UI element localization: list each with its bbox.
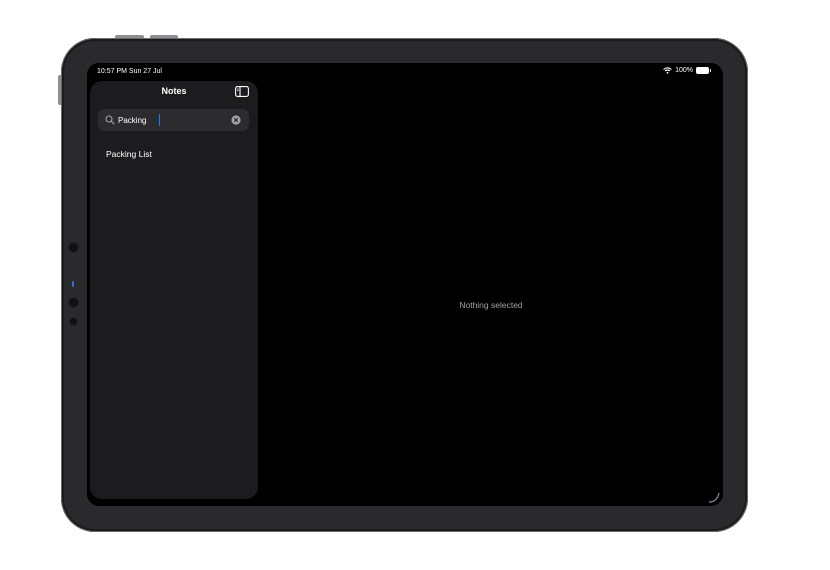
status-time: 10:57 PM Sun 27 Jul xyxy=(97,68,162,75)
battery-icon xyxy=(696,67,711,74)
wifi-icon xyxy=(663,67,672,74)
sidebar-title: Notes xyxy=(161,86,187,96)
screen: 10:57 PM Sun 27 Jul 100% Notes Packing P… xyxy=(87,63,723,506)
clear-circle-icon[interactable] xyxy=(231,115,241,125)
front-camera xyxy=(69,243,78,252)
text-cursor xyxy=(159,114,160,126)
search-bar[interactable] xyxy=(98,109,249,131)
sensor-dot xyxy=(69,298,78,307)
magnifying-glass-icon xyxy=(105,115,115,125)
status-bar: 10:57 PM Sun 27 Jul 100% xyxy=(87,63,723,81)
resize-corner-icon xyxy=(708,492,720,503)
battery-percentage: 100% xyxy=(675,67,693,74)
status-indicators: 100% xyxy=(663,67,711,74)
detail-empty-state: Nothing selected xyxy=(459,300,523,310)
camera-indicator-light xyxy=(72,281,74,287)
search-input[interactable] xyxy=(118,112,228,128)
sidebar-toggle-icon[interactable] xyxy=(235,86,249,97)
notes-sidebar: Notes Packing List xyxy=(90,81,258,499)
sensor-dot xyxy=(70,318,77,325)
list-item[interactable]: Packing List xyxy=(106,149,152,159)
